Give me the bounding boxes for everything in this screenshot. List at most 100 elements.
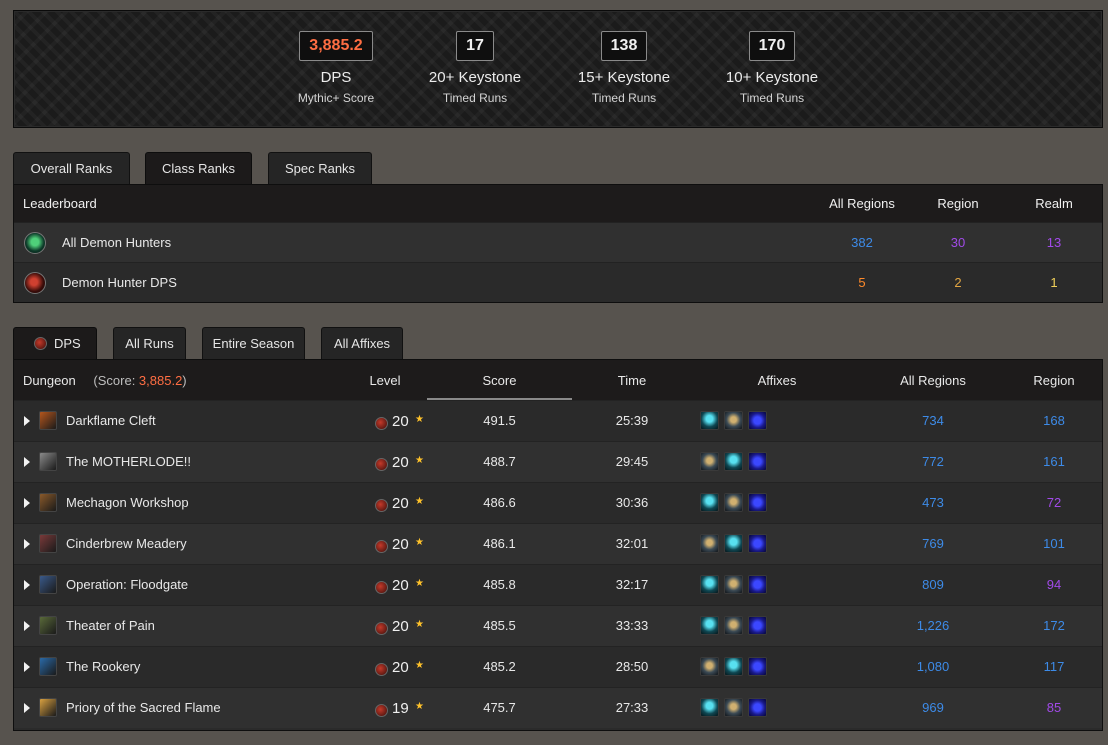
rank-row-all-demon-hunters[interactable]: All Demon Hunters 382 30 13 [14, 222, 1102, 262]
affix-fortified-icon[interactable] [700, 698, 719, 717]
all-regions-header[interactable]: All Regions [883, 373, 983, 388]
stat-value: 3,885.2 [299, 31, 373, 61]
level-header[interactable]: Level [345, 373, 425, 388]
run-region-rank[interactable]: 117 [1004, 659, 1104, 674]
affixes-header[interactable]: Affixes [727, 373, 827, 388]
affix-xalataths-bargain-icon[interactable] [748, 411, 767, 430]
run-all-regions-rank[interactable]: 769 [883, 536, 983, 551]
run-row[interactable]: Theater of Pain 20 ★ 485.5 33:33 1,226 1… [14, 605, 1102, 646]
run-time: 29:45 [615, 454, 649, 469]
rank-all-regions[interactable]: 382 [812, 235, 912, 250]
run-row[interactable]: Operation: Floodgate 20 ★ 485.8 32:17 80… [14, 564, 1102, 605]
affix-tyrannical-icon[interactable] [724, 698, 743, 717]
leaderboard-header: Leaderboard [23, 196, 97, 211]
stat-sublabel: Timed Runs [739, 91, 805, 105]
dungeon-header[interactable]: Dungeon (Score: 3,885.2) [23, 373, 187, 388]
dungeon-name[interactable]: Cinderbrew Meadery [66, 536, 187, 551]
dungeon-name[interactable]: Operation: Floodgate [66, 577, 188, 592]
time-header[interactable]: Time [582, 373, 682, 388]
run-region-rank[interactable]: 94 [1004, 577, 1104, 592]
run-region-rank[interactable]: 172 [1004, 618, 1104, 633]
affix-fortified-icon[interactable] [724, 452, 743, 471]
stat-label: 15+ Keystone [577, 69, 671, 86]
stat-10-keystone: 170 10+ Keystone Timed Runs [697, 31, 847, 105]
affix-xalataths-bargain-icon[interactable] [748, 534, 767, 553]
rank-row-demon-hunter-dps[interactable]: Demon Hunter DPS 5 2 1 [14, 262, 1102, 302]
tab-class-ranks[interactable]: Class Ranks [145, 152, 252, 185]
run-all-regions-rank[interactable]: 969 [883, 700, 983, 715]
rank-all-regions[interactable]: 5 [812, 275, 912, 290]
affix-tyrannical-icon[interactable] [724, 493, 743, 512]
expand-caret-icon[interactable] [24, 457, 30, 467]
expand-caret-icon[interactable] [24, 416, 30, 426]
run-row[interactable]: The MOTHERLODE!! 20 ★ 488.7 29:45 772 16… [14, 441, 1102, 482]
run-all-regions-rank[interactable]: 809 [883, 577, 983, 592]
dungeon-name[interactable]: The Rookery [66, 659, 140, 674]
run-all-regions-rank[interactable]: 1,080 [883, 659, 983, 674]
run-region-rank[interactable]: 161 [1004, 454, 1104, 469]
rank-region[interactable]: 30 [908, 235, 1008, 250]
score-header[interactable]: Score [427, 373, 572, 388]
run-all-regions-rank[interactable]: 473 [883, 495, 983, 510]
run-score: 486.1 [483, 536, 516, 551]
affix-xalataths-bargain-icon[interactable] [748, 493, 767, 512]
run-region-rank[interactable]: 101 [1004, 536, 1104, 551]
run-all-regions-rank[interactable]: 772 [883, 454, 983, 469]
run-all-regions-rank[interactable]: 734 [883, 413, 983, 428]
tab-all-runs[interactable]: All Runs [113, 327, 186, 359]
expand-caret-icon[interactable] [24, 621, 30, 631]
run-row[interactable]: Mechagon Workshop 20 ★ 486.6 30:36 473 7… [14, 482, 1102, 523]
tab-dps[interactable]: DPS [13, 327, 97, 360]
expand-caret-icon[interactable] [24, 539, 30, 549]
run-region-rank[interactable]: 72 [1004, 495, 1104, 510]
affix-fortified-icon[interactable] [724, 657, 743, 676]
affix-fortified-icon[interactable] [724, 534, 743, 553]
tab-entire-season[interactable]: Entire Season [202, 327, 305, 359]
affix-xalataths-bargain-icon[interactable] [748, 657, 767, 676]
affix-tyrannical-icon[interactable] [700, 452, 719, 471]
run-region-rank[interactable]: 85 [1004, 700, 1104, 715]
stat-label: DPS [320, 69, 352, 86]
rank-realm[interactable]: 13 [1004, 235, 1104, 250]
affix-xalataths-bargain-icon[interactable] [748, 575, 767, 594]
run-row[interactable]: Priory of the Sacred Flame 19 ★ 475.7 27… [14, 687, 1102, 728]
run-row[interactable]: Cinderbrew Meadery 20 ★ 486.1 32:01 769 … [14, 523, 1102, 564]
rank-realm[interactable]: 1 [1004, 275, 1104, 290]
keystone-level: 20 [392, 536, 409, 553]
affix-xalataths-bargain-icon[interactable] [748, 698, 767, 717]
score-value: 3,885.2 [138, 373, 183, 388]
dungeon-name[interactable]: Priory of the Sacred Flame [66, 700, 221, 715]
affix-xalataths-bargain-icon[interactable] [748, 452, 767, 471]
run-row[interactable]: The Rookery 20 ★ 485.2 28:50 1,080 117 [14, 646, 1102, 687]
tab-spec-ranks[interactable]: Spec Ranks [268, 152, 372, 184]
run-region-rank[interactable]: 168 [1004, 413, 1104, 428]
affix-tyrannical-icon[interactable] [700, 657, 719, 676]
expand-caret-icon[interactable] [24, 580, 30, 590]
affix-tyrannical-icon[interactable] [724, 411, 743, 430]
region-header[interactable]: Region [1004, 373, 1104, 388]
dungeon-icon [39, 616, 57, 635]
expand-caret-icon[interactable] [24, 498, 30, 508]
dungeon-icon [39, 534, 57, 553]
affix-tyrannical-icon[interactable] [724, 616, 743, 635]
tab-overall-ranks[interactable]: Overall Ranks [13, 152, 130, 184]
affix-fortified-icon[interactable] [700, 575, 719, 594]
dungeon-name[interactable]: Theater of Pain [66, 618, 155, 633]
affix-tyrannical-icon[interactable] [700, 534, 719, 553]
dungeon-name[interactable]: Darkflame Cleft [66, 413, 156, 428]
affix-fortified-icon[interactable] [700, 493, 719, 512]
run-all-regions-rank[interactable]: 1,226 [883, 618, 983, 633]
run-row[interactable]: Darkflame Cleft 20 ★ 491.5 25:39 734 168 [14, 400, 1102, 441]
run-time: 28:50 [615, 659, 649, 674]
dungeon-name[interactable]: The MOTHERLODE!! [66, 454, 191, 469]
tab-all-affixes[interactable]: All Affixes [321, 327, 403, 359]
affix-xalataths-bargain-icon[interactable] [748, 616, 767, 635]
rank-region[interactable]: 2 [908, 275, 1008, 290]
run-score: 491.5 [483, 413, 516, 428]
expand-caret-icon[interactable] [24, 703, 30, 713]
dungeon-name[interactable]: Mechagon Workshop [66, 495, 189, 510]
affix-tyrannical-icon[interactable] [724, 575, 743, 594]
affix-fortified-icon[interactable] [700, 411, 719, 430]
affix-fortified-icon[interactable] [700, 616, 719, 635]
expand-caret-icon[interactable] [24, 662, 30, 672]
